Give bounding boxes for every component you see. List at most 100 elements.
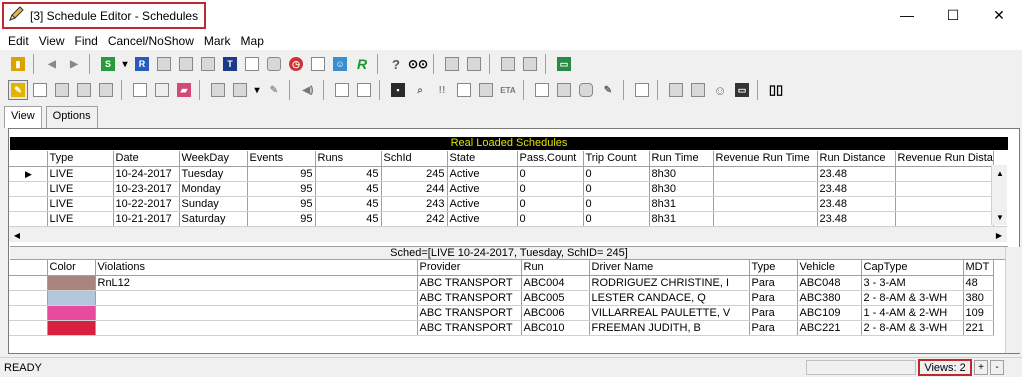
schedule-cell[interactable]: 23.48 <box>817 211 896 227</box>
run-cell[interactable] <box>95 290 418 306</box>
schedule-cell[interactable]: 23.48 <box>817 181 896 197</box>
col-schid[interactable]: SchId <box>381 151 448 167</box>
row-selector[interactable] <box>9 320 48 336</box>
people-icon[interactable]: ☺ <box>330 54 350 74</box>
run-cell[interactable]: 109 <box>963 305 994 321</box>
schedule-cell[interactable]: 0 <box>517 196 584 212</box>
schedule-cell[interactable]: 10-23-2017 <box>113 181 180 197</box>
run-cell[interactable]: 380 <box>963 290 994 306</box>
schedule-cell[interactable]: 0 <box>517 166 584 182</box>
schedule-cell[interactable]: LIVE <box>47 181 114 197</box>
schedule-cell[interactable] <box>713 181 818 197</box>
schedule-cell[interactable]: 0 <box>583 211 650 227</box>
run-cell[interactable]: ABC TRANSPORT <box>417 290 522 306</box>
filter-icon[interactable] <box>154 54 174 74</box>
schedule-cell[interactable] <box>895 211 994 227</box>
gray3-icon[interactable] <box>96 80 116 100</box>
schedule-cell[interactable]: 95 <box>247 196 316 212</box>
schedule-cell[interactable]: 8h31 <box>649 196 714 212</box>
col-weekday[interactable]: WeekDay <box>179 151 248 167</box>
notes-icon[interactable] <box>632 80 652 100</box>
col-run[interactable]: Run <box>521 260 590 276</box>
schedule-row[interactable]: ▶ LIVE 10-24-2017 Tuesday 95 45 245 Active 0 0 8h3… <box>9 166 994 182</box>
schedule-cell[interactable]: 95 <box>247 181 316 197</box>
run-cell[interactable]: 2 - 8-AM & 3-WH <box>861 290 964 306</box>
views-plus-button[interactable]: + <box>974 360 988 375</box>
col-run-time[interactable]: Run Time <box>649 151 714 167</box>
schedule-cell[interactable]: 0 <box>583 166 650 182</box>
close-button[interactable]: ✕ <box>976 0 1022 30</box>
map1-icon[interactable] <box>442 54 462 74</box>
schedule-cell[interactable]: Saturday <box>179 211 248 227</box>
run-cell[interactable]: 48 <box>963 275 994 291</box>
truck-icon[interactable] <box>498 54 518 74</box>
schedule-cell[interactable]: Sunday <box>179 196 248 212</box>
bus2-icon[interactable] <box>520 54 540 74</box>
col-captype[interactable]: CapType <box>861 260 964 276</box>
col-vehicle-type[interactable]: Type <box>749 260 798 276</box>
menu-find[interactable]: Find <box>70 34 103 48</box>
wrench-icon[interactable]: ✎ <box>598 80 618 100</box>
sound-icon[interactable]: ◀) <box>298 80 318 100</box>
schedule-cell[interactable]: LIVE <box>47 166 114 182</box>
run-cell[interactable]: ABC006 <box>521 305 590 321</box>
schedule-cell[interactable]: 10-24-2017 <box>113 166 180 182</box>
run-cell[interactable]: FREEMAN JUDITH, B <box>589 320 750 336</box>
col-provider[interactable]: Provider <box>417 260 522 276</box>
schedule-cell[interactable]: 10-21-2017 <box>113 211 180 227</box>
pencil-icon-2[interactable]: ✎ <box>264 80 284 100</box>
menu-edit[interactable]: Edit <box>4 34 35 48</box>
schedule-cell[interactable] <box>895 166 994 182</box>
highlight-icon[interactable]: ✎ <box>8 80 28 100</box>
collapse-icon[interactable] <box>230 80 250 100</box>
minimize-button[interactable]: — <box>884 0 930 30</box>
print-icon[interactable] <box>554 80 574 100</box>
shuffle-icon[interactable] <box>476 80 496 100</box>
schedule-cell[interactable]: Monday <box>179 181 248 197</box>
picture-icon[interactable]: ▪ <box>388 80 408 100</box>
smiley-icon[interactable]: ☺ <box>710 80 730 100</box>
grid-icon[interactable] <box>30 80 50 100</box>
run-cell[interactable]: RODRIGUEZ CHRISTINE, I <box>589 275 750 291</box>
col-run-distance[interactable]: Run Distance <box>817 151 896 167</box>
text-icon[interactable] <box>332 80 352 100</box>
schedule-cell[interactable]: 0 <box>583 196 650 212</box>
schedule-cell[interactable] <box>895 181 994 197</box>
binoculars-icon[interactable]: ⊙⊙ <box>408 54 428 74</box>
lock-icon[interactable] <box>198 54 218 74</box>
edit-icon[interactable] <box>152 80 172 100</box>
run-cell[interactable]: Para <box>749 290 798 306</box>
schedule-cell[interactable] <box>713 196 818 212</box>
r-green-icon[interactable]: R <box>352 54 372 74</box>
door-icon[interactable]: ▮ <box>8 54 28 74</box>
video-icon[interactable] <box>308 54 328 74</box>
dropdown2-icon[interactable]: ▾ <box>252 80 262 100</box>
eta-icon[interactable]: ETA <box>498 80 518 100</box>
sched-vscroll[interactable] <box>1005 247 1021 353</box>
schedule-cell[interactable]: 243 <box>381 196 448 212</box>
row-selector[interactable] <box>9 196 48 212</box>
scroll-up-arrow[interactable]: ▲ <box>992 165 1008 181</box>
scroll-left-arrow[interactable]: ◀ <box>9 227 25 243</box>
col-events[interactable]: Events <box>247 151 316 167</box>
run-cell[interactable]: 1 - 4-AM & 2-WH <box>861 305 964 321</box>
tab-view[interactable]: View <box>4 106 42 128</box>
schedule-cell[interactable]: 45 <box>315 181 382 197</box>
run-color-swatch[interactable] <box>47 275 96 291</box>
run-cell[interactable]: RnL12 <box>95 275 418 291</box>
schedule-cell[interactable]: LIVE <box>47 196 114 212</box>
row-selector[interactable] <box>9 181 48 197</box>
run-cell[interactable]: Para <box>749 275 798 291</box>
schedule-cell[interactable]: 45 <box>315 211 382 227</box>
schedule-cell[interactable]: 95 <box>247 211 316 227</box>
map2-icon[interactable] <box>464 54 484 74</box>
car-icon[interactable] <box>576 80 596 100</box>
eraser-icon[interactable]: ▰ <box>174 80 194 100</box>
dropdown-icon[interactable]: ▾ <box>120 54 130 74</box>
schedule-cell[interactable]: 8h30 <box>649 166 714 182</box>
run-cell[interactable]: ABC TRANSPORT <box>417 305 522 321</box>
run-cell[interactable]: VILLARREAL PAULETTE, V <box>589 305 750 321</box>
schedule-cell[interactable]: Active <box>447 211 518 227</box>
filter2-icon[interactable] <box>176 54 196 74</box>
schedules-hscroll[interactable]: ◀ ▶ <box>9 226 1007 242</box>
